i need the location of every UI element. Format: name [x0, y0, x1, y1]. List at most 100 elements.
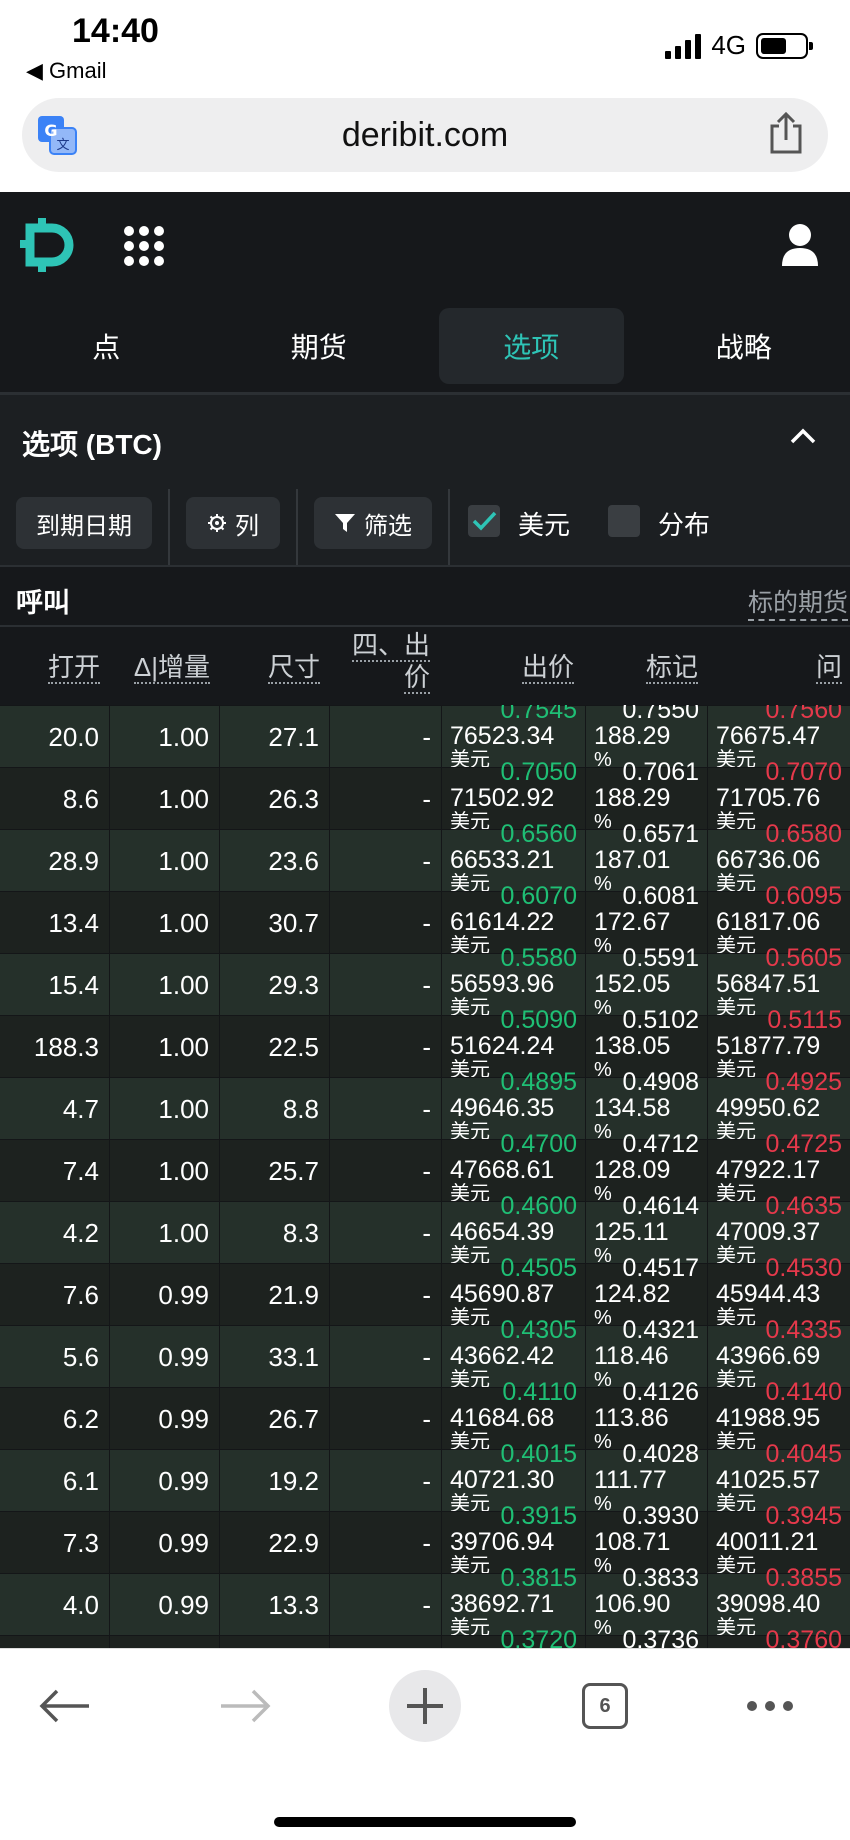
- plus-icon: [407, 1688, 443, 1724]
- cell-iv-bid: -: [330, 1326, 442, 1388]
- cell-open: 15.4: [0, 954, 110, 1016]
- cell-open: 6.1: [0, 1450, 110, 1512]
- cell-open: 6.2: [0, 1388, 110, 1450]
- cell-mark[interactable]: 0.3736105.58%: [586, 1628, 708, 1648]
- bid-btc: 0.4110: [502, 1378, 577, 1406]
- tab-spot[interactable]: 点: [14, 308, 199, 384]
- cell-size: 8.3: [220, 1202, 330, 1264]
- mark-btc: 0.4028: [622, 1440, 699, 1468]
- bid-usd: 45690.87: [450, 1280, 555, 1308]
- usd-label[interactable]: 美元: [518, 505, 570, 542]
- table-row[interactable]: 8.6 1.00 26.3-0.7050 71502.92 美元 0.7061 188.29…: [0, 760, 850, 833]
- cell-size: 29.3: [220, 954, 330, 1016]
- cell-iv-bid: -: [330, 954, 442, 1016]
- table-row[interactable]: 5.6 0.99 33.1-0.4305 43662.42 美元 0.4321 118.46…: [0, 1318, 850, 1391]
- table-row[interactable]: 13.4 1.00 30.7-0.6070 61614.22 美元 0.6081 172.6…: [0, 884, 850, 957]
- cell-iv-bid: -: [330, 1140, 442, 1202]
- distribution-checkbox[interactable]: [608, 505, 640, 537]
- separator: [168, 489, 170, 565]
- more-button[interactable]: [735, 1671, 805, 1741]
- signal-icon: [665, 33, 702, 59]
- col-mark-header[interactable]: 标记: [645, 647, 698, 684]
- cell-delta: 0.99: [110, 1326, 220, 1388]
- back-to-gmail-link[interactable]: ◀ Gmail: [26, 58, 106, 84]
- col-bid-header[interactable]: 出价: [521, 647, 574, 684]
- cell-size: 26.7: [220, 1388, 330, 1450]
- columns-button[interactable]: 列: [186, 497, 280, 549]
- user-icon[interactable]: [780, 222, 820, 268]
- col-size-header[interactable]: 尺寸: [267, 647, 320, 684]
- cell-delta: 1.00: [110, 954, 220, 1016]
- table-row[interactable]: 4.0 0.99 13.3-0.3815 38692.71 美元 0.3833 106.90…: [0, 1566, 850, 1639]
- table-row[interactable]: 4.7 1.00 8.8-0.4895 49646.35 美元 0.4908 134.58%…: [0, 1070, 850, 1143]
- table-row[interactable]: 28.9 1.00 23.6-0.6560 66533.21 美元 0.6571 187.0…: [0, 822, 850, 895]
- cell-bid[interactable]: 0.372037678.59美元: [442, 1628, 586, 1648]
- bid-btc: 0.4505: [500, 1254, 577, 1282]
- cell-size: 22.5: [220, 1016, 330, 1078]
- cell-delta: 1.00: [110, 768, 220, 830]
- col-ask-header[interactable]: 问: [815, 647, 842, 684]
- url-domain[interactable]: deribit.com: [22, 116, 828, 155]
- options-section-header[interactable]: 选项 (BTC): [0, 395, 850, 485]
- cell-delta: 1.00: [110, 1202, 220, 1264]
- cell-size: 27.1: [220, 706, 330, 768]
- underlying-futures-label[interactable]: 标的期货: [748, 583, 849, 621]
- forward-button[interactable]: [210, 1671, 280, 1741]
- cell-ask[interactable]: 0.376038135.00美元: [708, 1628, 850, 1649]
- table-row[interactable]: 7.6 0.99 21.9-0.4505 45690.87 美元 0.4517 124.82…: [0, 1256, 850, 1329]
- distribution-label[interactable]: 分布: [658, 505, 710, 542]
- tabs-button[interactable]: 6: [570, 1671, 640, 1741]
- table-row[interactable]: 6.2 0.99 26.7-0.4110 41684.68 美元 0.4126 113.86…: [0, 1380, 850, 1453]
- chevron-up-icon[interactable]: [790, 427, 816, 445]
- col-open-header[interactable]: 打开: [47, 647, 100, 684]
- cell-iv-bid: -: [330, 768, 442, 830]
- cell-iv-bid: -: [330, 706, 442, 768]
- table-row[interactable]: 188.3 1.00 22.5-0.5090 51624.24 美元 0.5102 138.…: [0, 1008, 850, 1081]
- ask-usd: 39098.40: [716, 1590, 821, 1618]
- ask-btc: 0.4140: [765, 1378, 842, 1406]
- mark-iv: 113.86: [594, 1404, 669, 1432]
- table-row[interactable]: 7.4 1.00 25.7-0.4700 47668.61 美元 0.4712 128.09…: [0, 1132, 850, 1205]
- cell-delta: 1.00: [110, 830, 220, 892]
- table-row[interactable]: 20.0 1.00 27.1-0.7545 76523.34 美元 0.7550 188.2…: [0, 705, 850, 771]
- bid-usd: 39706.94: [450, 1528, 555, 1556]
- mark-btc: 0.4908: [622, 1068, 699, 1096]
- col-delta-header[interactable]: Δ|增量: [133, 647, 210, 684]
- bid-btc: 0.4600: [500, 1192, 577, 1220]
- tab-futures[interactable]: 期货: [227, 308, 412, 384]
- cell-size: 19.2: [220, 1450, 330, 1512]
- usd-checkbox[interactable]: [468, 505, 500, 537]
- table-row[interactable]: 6.1 0.99 19.2-0.4015 40721.30 美元 0.4028 111.77…: [0, 1442, 850, 1515]
- checkmark-icon: [472, 511, 497, 531]
- apps-grid-icon[interactable]: [124, 226, 164, 266]
- cell-open: 7.3: [0, 1512, 110, 1574]
- table-row[interactable]: 4.2 1.00 8.3-0.4600 46654.39 美元 0.4614 125.11%…: [0, 1194, 850, 1267]
- new-tab-button[interactable]: [389, 1670, 461, 1742]
- cell-size: 13.3: [220, 1574, 330, 1636]
- network-type: 4G: [711, 30, 746, 60]
- bid-btc: 0.3915: [500, 1502, 577, 1530]
- bid-btc: 0.4895: [500, 1068, 577, 1096]
- back-button[interactable]: [30, 1671, 100, 1741]
- bid-usd: 38692.71: [450, 1590, 555, 1618]
- table-row[interactable]: 15.4 1.00 29.3-0.5580 56593.96 美元 0.5591 152.0…: [0, 946, 850, 1019]
- table-row[interactable]: 4.00.9913.2-0.372037678.59美元0.3736105.58…: [0, 1628, 850, 1649]
- cell-size: 8.8: [220, 1078, 330, 1140]
- cell-open: 4.7: [0, 1078, 110, 1140]
- deribit-logo-icon[interactable]: [20, 218, 78, 272]
- cell-delta: 0.99: [110, 1636, 220, 1648]
- share-icon[interactable]: [766, 112, 806, 156]
- tab-strategy[interactable]: 战略: [652, 308, 837, 384]
- address-bar[interactable]: G 文 deribit.com: [22, 98, 828, 172]
- table-row[interactable]: 7.3 0.99 22.9-0.3915 39706.94 美元 0.3930 108.71…: [0, 1504, 850, 1577]
- mark-iv: 188.29: [594, 784, 671, 812]
- tab-options[interactable]: 选项: [439, 308, 624, 384]
- calls-label: 呼叫: [16, 588, 70, 618]
- arrow-right-icon: [221, 1689, 271, 1723]
- filter-button[interactable]: 筛选: [314, 497, 432, 549]
- col-iv-bid-header[interactable]: 四、出价: [351, 629, 430, 694]
- expiry-date-button[interactable]: 到期日期: [16, 497, 152, 549]
- table-header: 打开 Δ|增量 尺寸 四、出价 出价 标记 问: [0, 627, 850, 705]
- bid-usd: 40721.30: [450, 1466, 555, 1494]
- bid-usd: 46654.39: [450, 1218, 555, 1246]
